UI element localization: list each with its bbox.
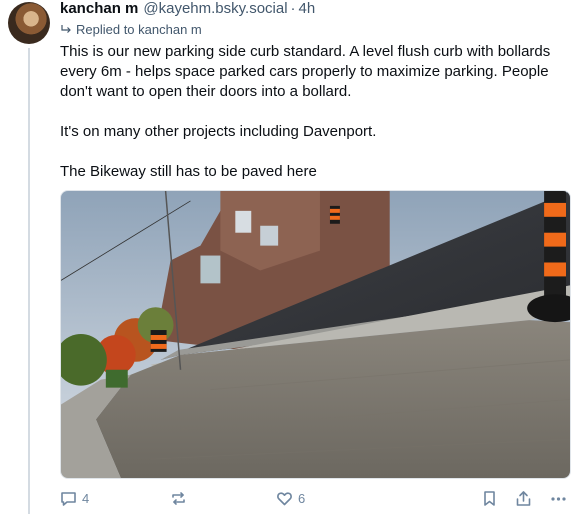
separator-dot: · bbox=[290, 0, 296, 17]
post-paragraph: This is our new parking side curb standa… bbox=[60, 43, 551, 100]
post-time[interactable]: 4h bbox=[299, 0, 316, 17]
reply-arrow-icon bbox=[61, 24, 71, 33]
repost-button[interactable] bbox=[170, 490, 187, 507]
share-button[interactable] bbox=[515, 490, 532, 507]
post-paragraph: The Bikeway still has to be paved here bbox=[60, 163, 317, 180]
more-icon bbox=[551, 497, 566, 501]
like-count: 6 bbox=[298, 491, 306, 506]
bookmark-button[interactable] bbox=[481, 490, 498, 507]
like-button[interactable]: 6 bbox=[276, 490, 305, 507]
post-text: This is our new parking side curb standa… bbox=[60, 42, 560, 182]
share-icon bbox=[516, 491, 531, 506]
thread-line bbox=[28, 48, 30, 514]
heart-icon bbox=[277, 492, 292, 506]
more-options-button[interactable] bbox=[550, 490, 567, 507]
avatar[interactable] bbox=[8, 2, 50, 44]
post-actions: 4 6 bbox=[60, 490, 571, 510]
author-name[interactable]: kanchan m bbox=[60, 0, 138, 17]
post-header: kanchan m @kayehm.bsky.social · 4h bbox=[60, 0, 315, 20]
reply-count: 4 bbox=[82, 491, 90, 506]
reply-icon bbox=[61, 492, 76, 506]
repost-icon bbox=[172, 492, 185, 505]
author-handle[interactable]: @kayehm.bsky.social bbox=[143, 0, 287, 17]
post-paragraph: It's on many other projects including Da… bbox=[60, 123, 377, 140]
bookmark-icon bbox=[484, 491, 495, 506]
reply-context[interactable]: Replied to kanchan m bbox=[60, 22, 202, 37]
reply-button[interactable]: 4 bbox=[60, 490, 89, 507]
reply-context-label: Replied to kanchan m bbox=[76, 22, 202, 37]
street-photo bbox=[61, 191, 570, 478]
post-image[interactable] bbox=[60, 190, 571, 479]
